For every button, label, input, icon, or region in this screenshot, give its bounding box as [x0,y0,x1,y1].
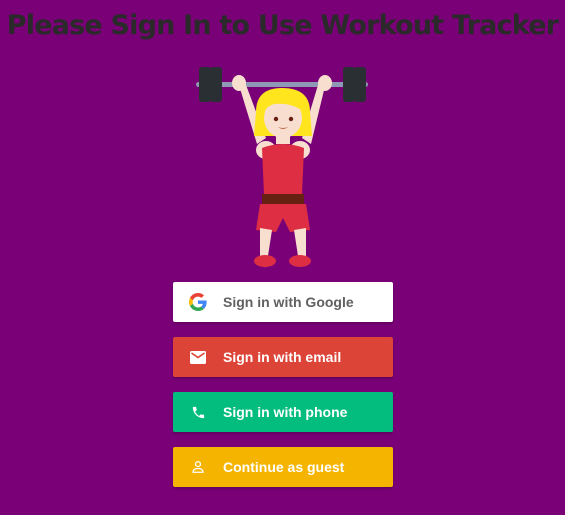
google-logo-icon [189,293,207,311]
weightlifter-illustration [190,60,375,270]
continue-as-guest-label: Continue as guest [223,459,345,475]
page-title: Please Sign In to Use Workout Tracker [6,10,559,41]
mail-icon [189,348,207,366]
sign-in-google-label: Sign in with Google [223,294,354,310]
person-lifting-weights-icon [196,67,368,267]
sign-in-phone-button[interactable]: Sign in with phone [173,392,393,432]
sign-in-email-button[interactable]: Sign in with email [173,337,393,377]
sign-in-email-label: Sign in with email [223,349,342,365]
sign-in-phone-label: Sign in with phone [223,404,348,420]
sign-in-google-button[interactable]: Sign in with Google [173,282,393,322]
continue-as-guest-button[interactable]: Continue as guest [173,447,393,487]
person-icon [189,458,207,476]
phone-icon [189,403,207,421]
